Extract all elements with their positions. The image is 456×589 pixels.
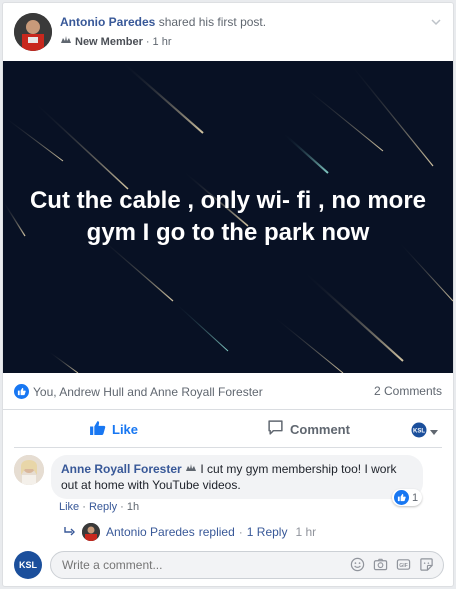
gif-icon[interactable]: GIF — [396, 557, 411, 572]
post-card: Antonio Paredes shared his first post. N… — [2, 2, 454, 587]
comment-icon — [267, 419, 290, 439]
svg-text:KSL: KSL — [413, 429, 425, 435]
new-member-icon — [60, 35, 72, 48]
author-line: Antonio Paredes shared his first post. — [60, 15, 266, 29]
separator: · — [82, 501, 89, 513]
post-header: Antonio Paredes shared his first post. N… — [3, 3, 453, 61]
camera-icon[interactable] — [373, 557, 388, 572]
comment-actions: Like · Reply · 1h — [59, 501, 139, 513]
separator: · — [120, 501, 127, 513]
caret-down-icon — [430, 425, 438, 439]
post-action-text: shared his first post. — [158, 15, 267, 29]
like-reaction-icon — [14, 384, 29, 399]
chevron-down-icon[interactable] — [429, 15, 443, 29]
comment-time[interactable]: 1h — [127, 501, 139, 513]
member-badge: New Member — [75, 35, 143, 48]
comment-label: Comment — [290, 421, 350, 437]
reply-count: 1 Reply — [246, 525, 288, 539]
author-avatar[interactable] — [14, 13, 52, 51]
comment-reply-link[interactable]: Reply — [89, 501, 117, 513]
new-member-icon — [185, 462, 200, 476]
view-replies-link[interactable]: Antonio Paredes replied · 1 Reply 1 hr — [64, 523, 316, 541]
reply-arrow-icon — [64, 525, 76, 539]
comment-like-link[interactable]: Like — [59, 501, 79, 513]
comment-composer: KSL GIF — [14, 551, 444, 579]
replier-avatar — [82, 523, 100, 541]
commenter-avatar[interactable] — [14, 455, 44, 485]
reaction-names: You, Andrew Hull and Anne Royall Foreste… — [33, 384, 263, 399]
post-image[interactable]: Cut the cable , only wi- fi , no more gy… — [3, 61, 453, 373]
commenter-name[interactable]: Anne Royall Forester — [61, 462, 182, 476]
composer-avatar: KSL — [14, 551, 42, 579]
like-button[interactable]: Like — [89, 410, 138, 448]
post-meta: New Member · 1 hr — [60, 35, 172, 48]
sticker-icon[interactable] — [419, 557, 434, 572]
reply-time: 1 hr — [295, 525, 317, 539]
action-bar: Like Comment KSL — [14, 410, 442, 448]
comment-bubble: Anne Royall Forester I cut my gym member… — [51, 455, 423, 499]
reactions-row: You, Andrew Hull and Anne Royall Foreste… — [3, 374, 453, 410]
separator: · — [238, 525, 243, 539]
ksl-avatar-label: KSL — [19, 560, 37, 570]
reaction-summary[interactable]: You, Andrew Hull and Anne Royall Foreste… — [14, 384, 263, 399]
post-image-text: Cut the cable , only wi- fi , no more gy… — [29, 187, 427, 246]
comment-button[interactable]: Comment — [267, 410, 350, 448]
reaction-count: 1 — [412, 491, 419, 504]
author-name[interactable]: Antonio Paredes — [60, 15, 155, 29]
like-label: Like — [112, 421, 139, 437]
svg-text:GIF: GIF — [399, 563, 408, 569]
comment-reaction-count[interactable]: 1 — [392, 489, 423, 506]
post-as-selector[interactable]: KSL — [411, 422, 438, 441]
emoji-icon[interactable] — [350, 557, 365, 572]
ksl-logo-icon: KSL — [411, 422, 427, 441]
replier-name: Antonio Paredes — [106, 525, 195, 539]
thumbs-up-icon — [89, 419, 112, 439]
meta-separator: · — [145, 35, 150, 48]
reply-action: replied — [198, 525, 235, 539]
composer-icons: GIF — [350, 557, 434, 572]
post-time[interactable]: 1 hr — [153, 36, 172, 48]
comments-count[interactable]: 2 Comments — [374, 384, 442, 398]
like-reaction-icon — [394, 490, 409, 505]
